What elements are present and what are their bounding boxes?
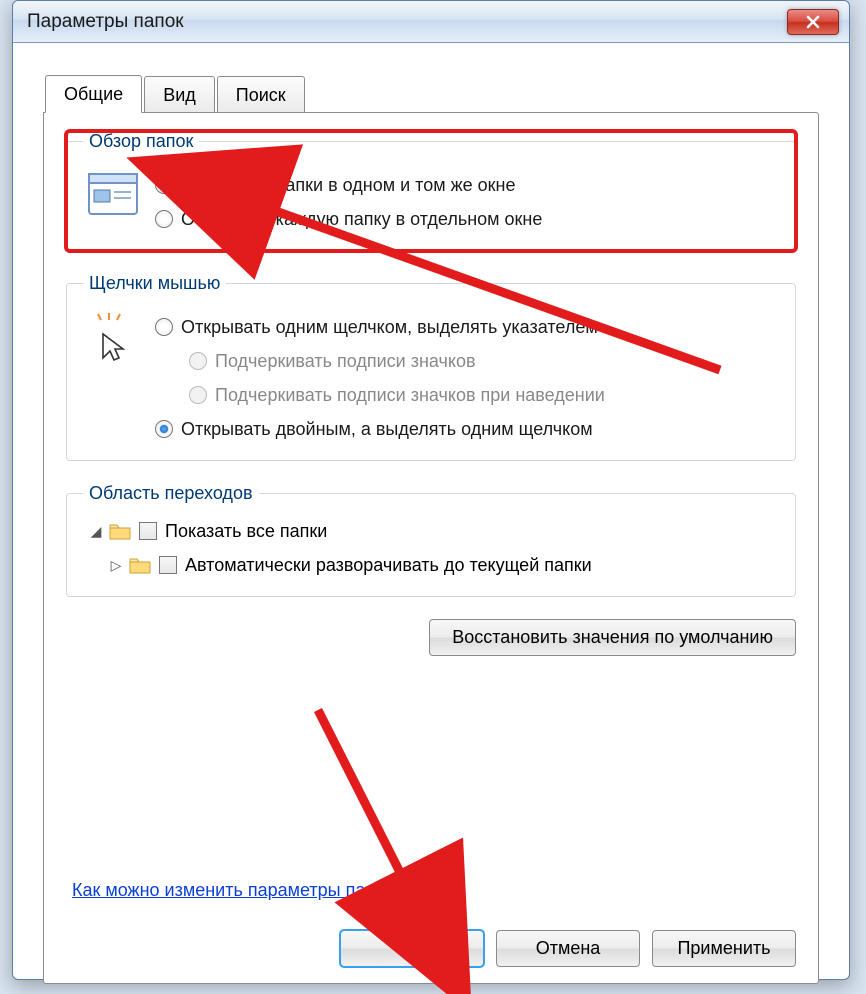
tab-search[interactable]: Поиск (217, 76, 305, 113)
radio-underline-hover: Подчеркивать подписи значков при наведен… (189, 378, 779, 412)
restore-defaults-button[interactable]: Восстановить значения по умолчанию (429, 619, 796, 656)
radio-icon (155, 318, 173, 336)
radio-single-click[interactable]: Открывать одним щелчком, выделять указат… (155, 310, 779, 344)
group-navigation-pane: Область переходов ◢ Показать все папки (66, 483, 796, 597)
checkbox-icon (139, 522, 157, 540)
radio-double-click[interactable]: Открывать двойным, а выделять одним щелч… (155, 412, 779, 446)
close-icon (806, 15, 820, 29)
group-browse-legend: Обзор папок (83, 131, 199, 152)
window-title: Параметры папок (27, 11, 787, 33)
folder-options-dialog: Параметры папок Общие Вид Поиск Обзор па… (12, 0, 850, 980)
radio-icon (155, 420, 173, 438)
ok-button[interactable]: ОК (340, 930, 484, 967)
tree-expand-icon[interactable]: ▷ (109, 557, 123, 574)
close-button[interactable] (787, 9, 839, 35)
cancel-button[interactable]: Отмена (496, 930, 640, 967)
nav-row-show-all: ◢ Показать все папки (89, 514, 779, 548)
nav-row-auto-expand: ▷ Автоматически разворачивать до текущей… (89, 548, 779, 582)
tab-view[interactable]: Вид (144, 76, 215, 113)
radio-underline-always: Подчеркивать подписи значков (189, 344, 779, 378)
radio-new-window[interactable]: Открывать каждую папку в отдельном окне (155, 202, 779, 236)
radio-icon (155, 210, 173, 228)
radio-same-window-label: Открывать папки в одном и том же окне (181, 175, 516, 196)
folder-icon (109, 522, 131, 540)
radio-single-click-label: Открывать одним щелчком, выделять указат… (181, 317, 598, 338)
radio-icon (189, 386, 207, 404)
help-link[interactable]: Как можно изменить параметры папок? (72, 880, 403, 900)
radio-double-click-label: Открывать двойным, а выделять одним щелч… (181, 419, 593, 440)
group-click-behavior: Щелчки мышью (66, 273, 796, 461)
apply-button[interactable]: Применить (652, 930, 796, 967)
browse-folders-icon (83, 168, 145, 226)
check-auto-expand[interactable]: Автоматически разворачивать до текущей п… (159, 555, 592, 576)
tabstrip: Общие Вид Поиск (45, 73, 819, 113)
radio-same-window[interactable]: Открывать папки в одном и том же окне (155, 168, 779, 202)
group-browse-folders: Обзор папок (66, 131, 796, 251)
radio-icon (189, 352, 207, 370)
group-nav-legend: Область переходов (83, 483, 259, 504)
group-click-legend: Щелчки мышью (83, 273, 226, 294)
check-auto-expand-label: Автоматически разворачивать до текущей п… (185, 555, 592, 576)
tab-panel-general: Обзор папок (43, 112, 819, 984)
radio-underline-hover-label: Подчеркивать подписи значков при наведен… (215, 385, 605, 406)
radio-new-window-label: Открывать каждую папку в отдельном окне (181, 209, 542, 230)
check-show-all-label: Показать все папки (165, 521, 327, 542)
check-show-all-folders[interactable]: Показать все папки (139, 521, 327, 542)
tab-general[interactable]: Общие (45, 75, 142, 113)
click-behavior-icon (83, 310, 145, 368)
radio-icon (155, 176, 173, 194)
radio-underline-always-label: Подчеркивать подписи значков (215, 351, 476, 372)
folder-icon (129, 556, 151, 574)
titlebar: Параметры папок (13, 1, 849, 43)
tree-collapse-icon[interactable]: ◢ (89, 523, 103, 540)
checkbox-icon (159, 556, 177, 574)
